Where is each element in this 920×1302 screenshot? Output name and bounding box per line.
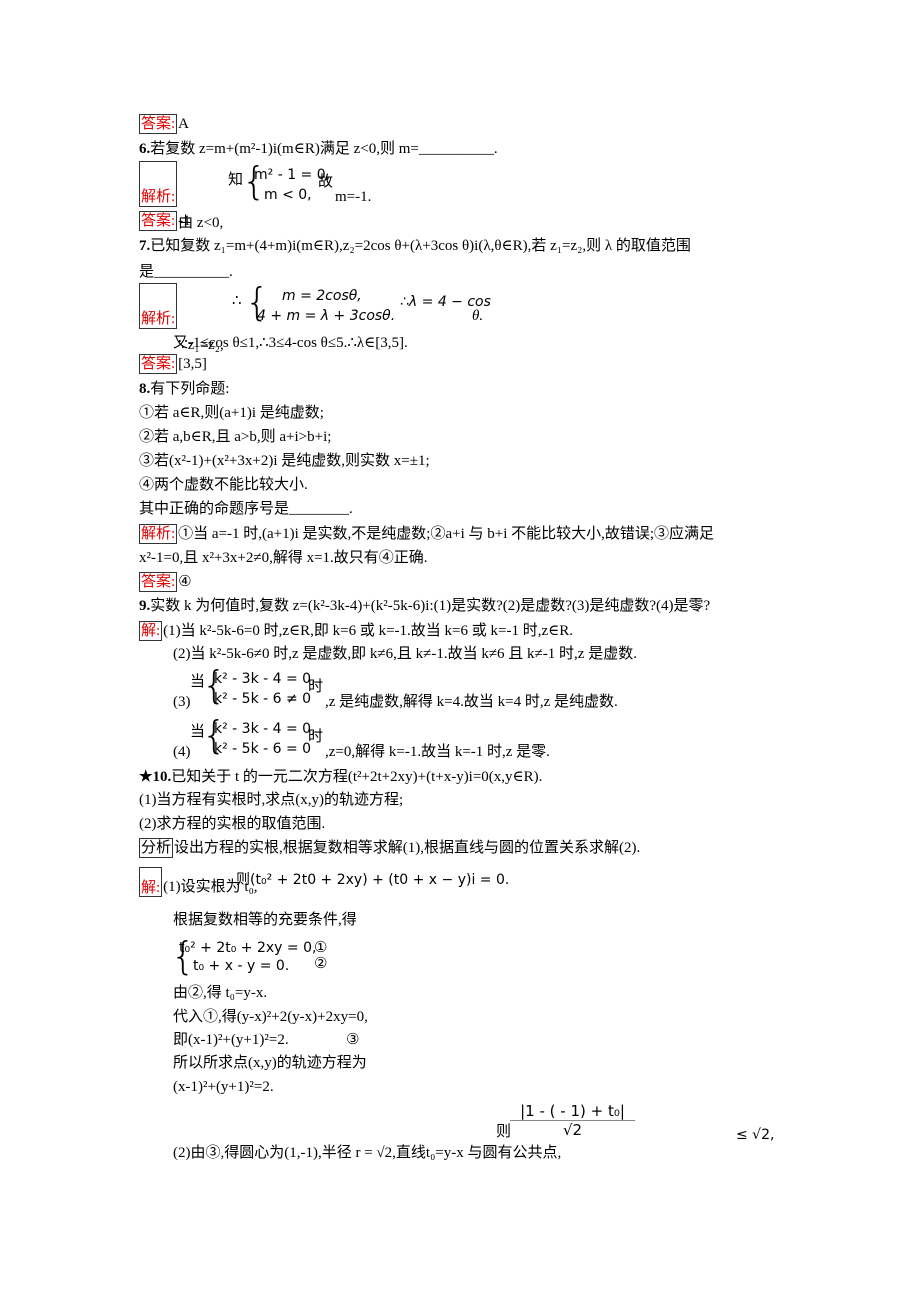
question-text: 是__________. — [139, 264, 233, 280]
solution-text: 即(x-1)²+(y+1)²=2. — [173, 1032, 289, 1048]
analysis-label: 解析: — [139, 524, 178, 544]
q10-fenxi: 分析 设出方程的实根,根据复数相等求解(1),根据直线与圆的位置关系求解(2). — [139, 838, 640, 858]
analysis-text: 又-1≤cos θ≤1,∴3≤4-cos θ≤5.∴λ∈[3,5]. — [173, 335, 408, 351]
analysis-text: 知 — [228, 172, 244, 188]
question-text: 实数 k 为何值时,复数 z=(k²-3k-4)+(k²-5k-6)i:(1)是… — [150, 598, 711, 614]
equation: m = 2cosθ, — [282, 288, 362, 304]
q7-answer-line: 答案: [3,5] — [139, 354, 207, 374]
equation-system: { t₀² + 2t₀ + 2xy = 0, t₀ + x - y = 0. — [171, 935, 323, 979]
equation: k² - 5k - 6 ≠ 0 — [214, 691, 312, 707]
q7-question: 7.已知复数 z₁=m+(4+m)i(m∈R),z₂=2cos θ+(λ+3co… — [139, 236, 691, 256]
question-number: 7. — [139, 238, 151, 254]
question-text: 其中正确的命题序号是________. — [139, 501, 353, 517]
analysis-text: ∴ — [232, 293, 242, 309]
question-number: 9. — [139, 598, 151, 614]
question-text: 有下列命题: — [150, 381, 230, 397]
question-text: 若复数 z=m+(m²-1)i(m∈R)满足 z<0,则 m=_________… — [150, 141, 498, 157]
q6-answer: -1 — [178, 213, 191, 229]
solution-text: 所以所求点(x,y)的轨迹方程为 — [173, 1055, 367, 1071]
equation-system: { m = 2cosθ, 4 + m = λ + 3cosθ. — [245, 283, 395, 327]
solution-label: 解: — [139, 621, 163, 641]
q9-solution: 解: (1)当 k²-5k-6=0 时,z∈R,即 k=6 或 k=-1.故当 k… — [139, 621, 573, 641]
equation: t₀² + 2t₀ + 2xy = 0, — [179, 940, 317, 956]
analysis-label: 解析: — [139, 161, 178, 207]
proposition: ③若(x²-1)+(x²+3x+2)i 是纯虚数,则实数 x=±1; — [139, 453, 430, 469]
q5-answer: A — [178, 116, 190, 132]
solution-text: (2)当 k²-5k-6≠0 时,z 是虚数,即 k≠6,且 k≠-1.故当 k… — [173, 646, 637, 662]
q9-question: 9.实数 k 为何值时,复数 z=(k²-3k-4)+(k²-5k-6)i:(1… — [139, 596, 710, 616]
solution-text: (2)由③,得圆心为(1,-1),半径 r = √2,直线t₀=y-x 与圆有公… — [173, 1145, 562, 1161]
question-text: 已知复数 z₁=m+(4+m)i(m∈R),z₂=2cos θ+(λ+3cos … — [150, 238, 691, 254]
solution-text: 时 — [308, 679, 324, 695]
analysis-label: 解析: — [139, 283, 178, 329]
analysis-text: m=-1. — [335, 189, 372, 205]
equation: 4 + m = λ + 3cosθ. — [257, 308, 396, 324]
fenxi-label: 分析 — [139, 838, 174, 858]
solution-text: (4) — [173, 744, 191, 760]
q6-question: 6.若复数 z=m+(m²-1)i(m∈R)满足 z<0,则 m=_______… — [139, 139, 498, 159]
equation: 则(t₀² + 2t0 + 2xy) + (t0 + x − y)i = 0. — [236, 872, 510, 888]
equation-system: { k² - 3k - 4 = 0, k² - 5k - 6 = 0 — [202, 716, 322, 758]
solution-text: 由②,得 t₀=y-x. — [173, 985, 268, 1001]
question-number: 8. — [139, 381, 151, 397]
proposition: ②若 a,b∈R,且 a>b,则 a+i>b+i; — [139, 429, 332, 445]
equation: ≤ √2, — [736, 1127, 775, 1143]
solution-text: 则 — [496, 1124, 512, 1140]
analysis-text: ①当 a=-1 时,(a+1)i 是实数,不是纯虚数;②a+i 与 b+i 不能… — [178, 526, 715, 542]
question-part: (1)当方程有实根时,求点(x,y)的轨迹方程; — [139, 792, 404, 808]
fraction: |1 - ( - 1) + t₀| √2 — [510, 1102, 635, 1139]
equation: k² - 5k - 6 = 0 — [214, 741, 312, 757]
circled-mark: ② — [314, 956, 328, 972]
proposition: ①若 a∈R,则(a+1)i 是纯虚数; — [139, 405, 324, 421]
solution-text: (1)当 k²-5k-6=0 时,z∈R,即 k=6 或 k=-1.故当 k=6… — [163, 623, 573, 639]
q7-analysis: 解析:∵z₁=z₂, — [139, 283, 224, 353]
equation: t₀ + x - y = 0. — [193, 958, 290, 974]
solution-text: (x-1)²+(y+1)²=2. — [173, 1079, 274, 1095]
q8-question: 8.有下列命题: — [139, 379, 229, 399]
proposition: ④两个虚数不能比较大小. — [139, 477, 308, 493]
q6-analysis: 解析:由 z<0, — [139, 161, 223, 231]
q8-answer-line: 答案: ④ — [139, 572, 192, 592]
question-part: (2)求方程的实根的取值范围. — [139, 816, 326, 832]
answer-label: 答案: — [139, 354, 178, 374]
question-number: ★10. — [139, 769, 172, 785]
q6-answer-line: 答案: -1 — [139, 211, 191, 231]
q8-answer: ④ — [178, 574, 192, 590]
answer-label: 答案: — [139, 114, 178, 134]
solution-text: (3) — [173, 694, 191, 710]
question-text: 已知关于 t 的一元二次方程(t²+2t+2xy)+(t+x-y)i=0(x,y… — [171, 769, 543, 785]
fraction-numerator: |1 - ( - 1) + t₀| — [510, 1102, 635, 1121]
solution-label: 解: — [139, 867, 163, 897]
answer-label: 答案: — [139, 211, 178, 231]
analysis-text: 故 — [318, 174, 334, 190]
circled-mark: ③ — [346, 1032, 360, 1048]
equation: k² - 3k - 4 = 0, — [214, 671, 316, 687]
q5-answer-line: 答案: A — [139, 114, 189, 134]
equation: m < 0, — [264, 187, 312, 203]
solution-text: 代入①,得(y-x)²+2(y-x)+2xy=0, — [173, 1009, 368, 1025]
analysis-text: θ. — [472, 308, 484, 324]
solution-text: 时 — [308, 729, 324, 745]
question-number: 6. — [139, 141, 151, 157]
q10-question: ★10.已知关于 t 的一元二次方程(t²+2t+2xy)+(t+x-y)i=0… — [139, 767, 542, 787]
analysis-text: 设出方程的实根,根据复数相等求解(1),根据直线与圆的位置关系求解(2). — [174, 840, 641, 856]
analysis-text: x²-1=0,且 x²+3x+2≠0,解得 x=1.故只有④正确. — [139, 550, 428, 566]
solution-text: ,z=0,解得 k=-1.故当 k=-1 时,z 是零. — [325, 744, 550, 760]
q8-analysis: 解析: ①当 a=-1 时,(a+1)i 是实数,不是纯虚数;②a+i 与 b+i… — [139, 524, 714, 544]
equation: k² - 3k - 4 = 0, — [214, 721, 316, 737]
q7-answer: [3,5] — [178, 356, 207, 372]
equation-system: { k² - 3k - 4 = 0, k² - 5k - 6 ≠ 0 — [202, 666, 322, 708]
solution-text: 根据复数相等的充要条件,得 — [173, 912, 357, 928]
answer-label: 答案: — [139, 572, 178, 592]
fraction-denominator: √2 — [562, 1121, 583, 1139]
solution-text: ,z 是纯虚数,解得 k=4.故当 k=4 时,z 是纯虚数. — [325, 694, 618, 710]
